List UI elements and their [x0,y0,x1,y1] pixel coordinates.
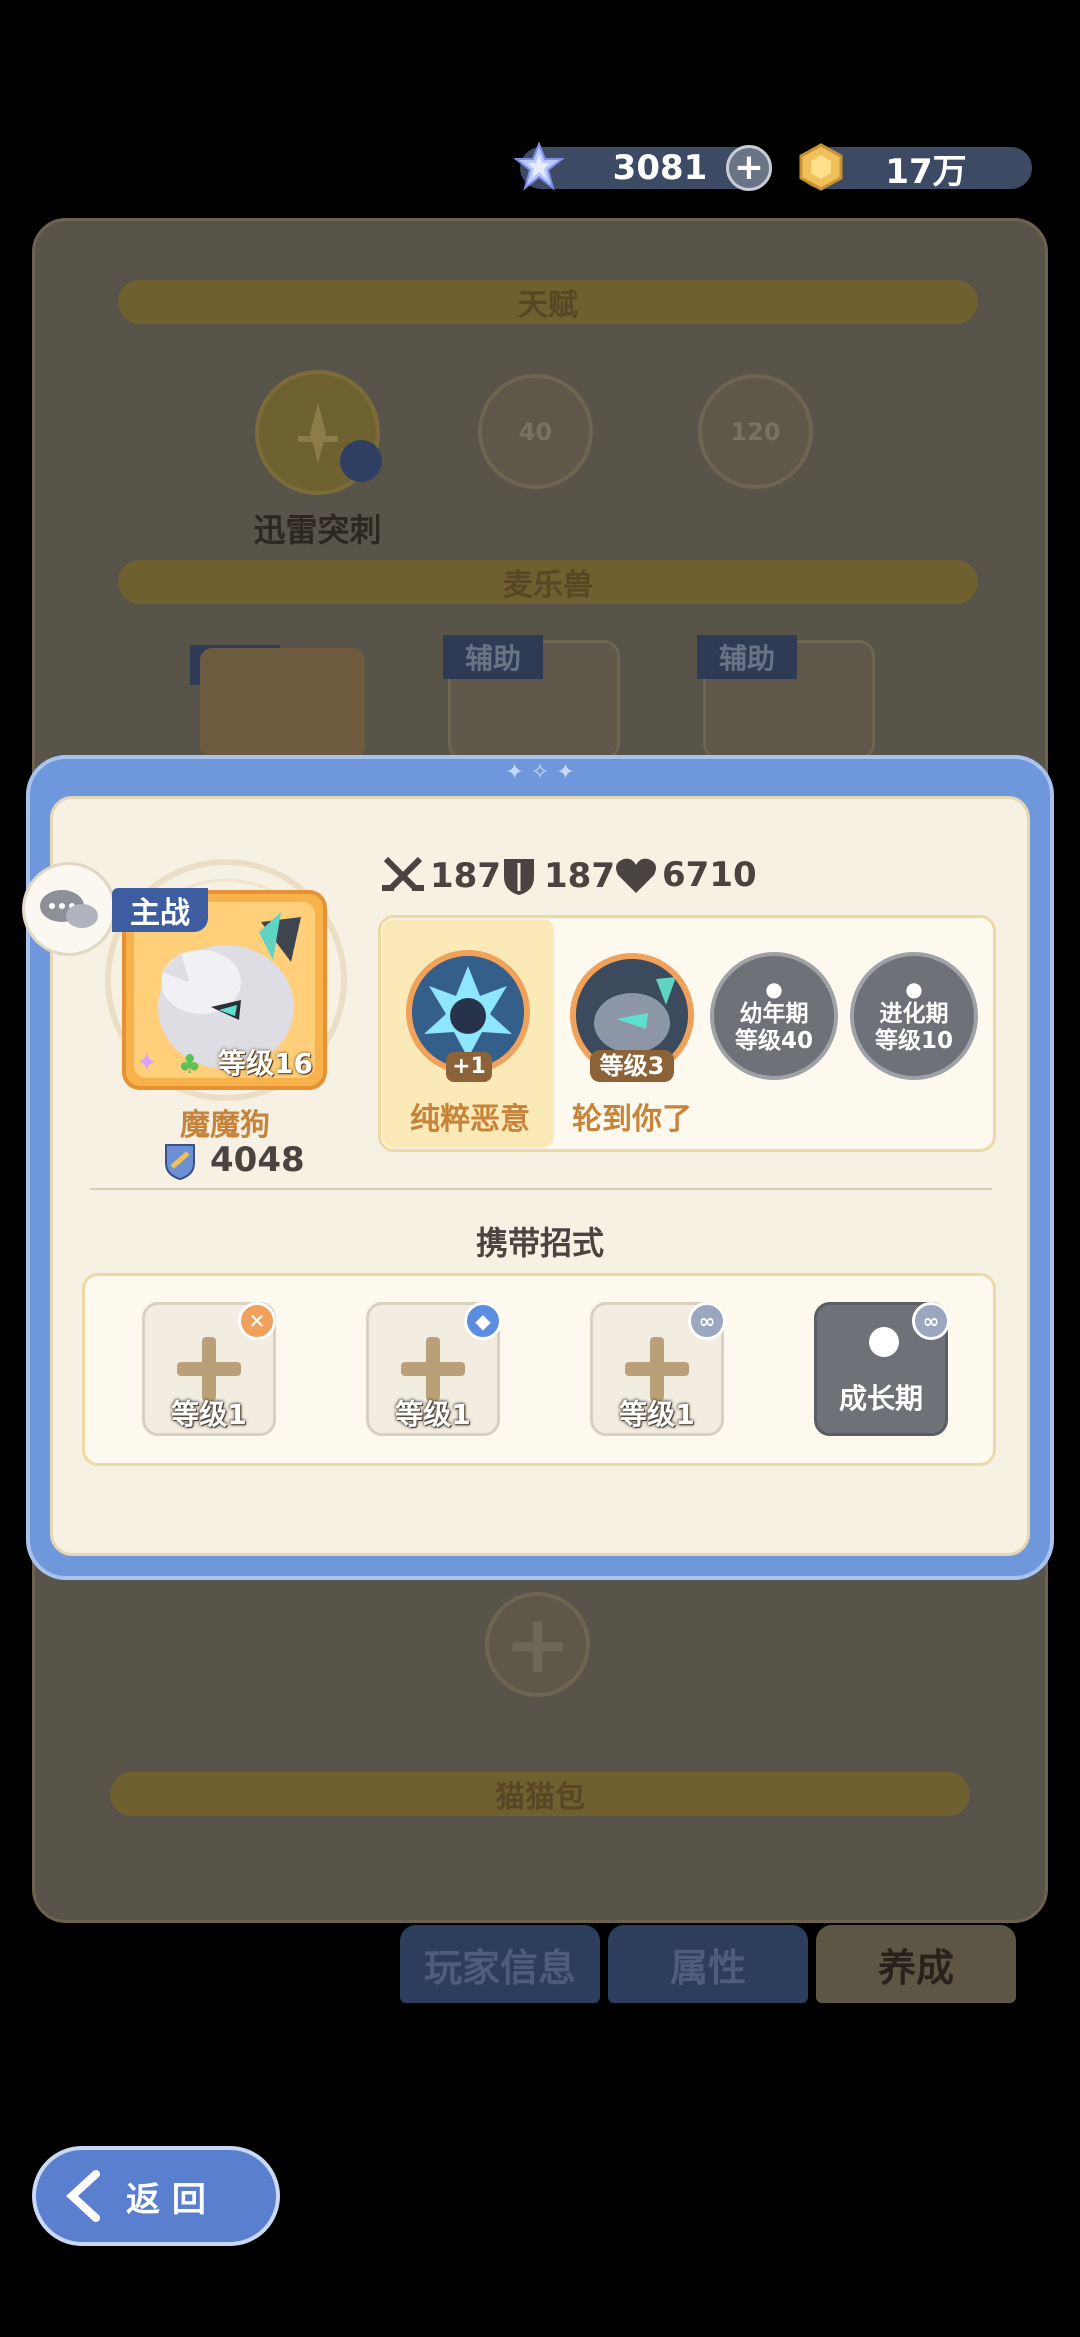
bg-slot-assist-1-tag: 辅助 [443,635,543,679]
bag-header: 猫猫包 [110,1772,970,1816]
shield-icon [504,859,534,895]
tab-development[interactable]: 养成 [816,1925,1016,2003]
lock-icon [869,1327,899,1357]
attack-stat: 187 [380,855,501,897]
bg-slot-main[interactable] [200,648,365,758]
modal-top-ornament: ✦ ✧ ✦ [505,760,575,785]
hp-stat: 6710 [614,855,757,895]
coin-count: 17万 [885,151,967,192]
shield-icon: ◆ [464,1302,502,1340]
bg-slot-assist-2-tag: 辅助 [697,635,797,679]
add-icon: + [733,147,765,188]
sword-icon: ✕ [238,1302,276,1340]
sprout-icon: ♣ [178,1050,202,1080]
lock-icon: ● [905,977,923,1002]
role-tag-main: 主战 [112,888,208,932]
back-button[interactable]: 返 回 [32,2146,280,2246]
talent-header: 天赋 [118,280,978,324]
skill-2-badge: 等级3 [590,1050,674,1082]
skill-2-name: 轮到你了 [572,1102,692,1137]
link-icon: ∞ [912,1302,950,1340]
pet-power: 4048 [210,1140,305,1180]
chat-icon [40,890,98,928]
moves-title: 携带招式 [475,1224,604,1262]
tab-attributes[interactable]: 属性 [608,1925,808,2003]
heart-icon [616,858,656,893]
sword-crest-icon [297,402,338,463]
back-arrow-icon [66,2170,100,2222]
link-icon: ∞ [688,1302,726,1340]
search-icon[interactable] [340,440,382,482]
crossed-swords-icon [382,856,424,892]
divider [90,1188,992,1190]
tab-player-info[interactable]: 玩家信息 [400,1925,600,2003]
skill-1-name: 纯粹恶意 [410,1102,530,1137]
pet-name: 魔魔狗 [180,1108,270,1143]
talent-lock-120: 120 [698,374,813,489]
skill-1-badge: +1 [446,1052,492,1082]
defense-stat: 187 [500,855,615,897]
lock-icon: ● [765,977,783,1002]
power-shield-icon [162,1141,198,1181]
star-gem-icon [514,142,564,191]
sparkle-icon: ✦ [136,1048,158,1078]
bg-add-pet-button[interactable]: + [485,1592,590,1697]
locked-stage-juvenile[interactable]: ● 幼年期 等级40 [710,952,838,1080]
pet-header: 麦乐兽 [118,560,978,604]
coin-icon [799,143,843,191]
talent-lock-40: 40 [478,374,593,489]
pet-level: 等级16 [218,1047,313,1080]
talent-skill-name: 迅雷突刺 [253,511,382,549]
gem-count: 3081 [612,148,708,188]
add-gems-button[interactable]: + [726,145,772,191]
locked-stage-evolution[interactable]: ● 进化期 等级10 [850,952,978,1080]
